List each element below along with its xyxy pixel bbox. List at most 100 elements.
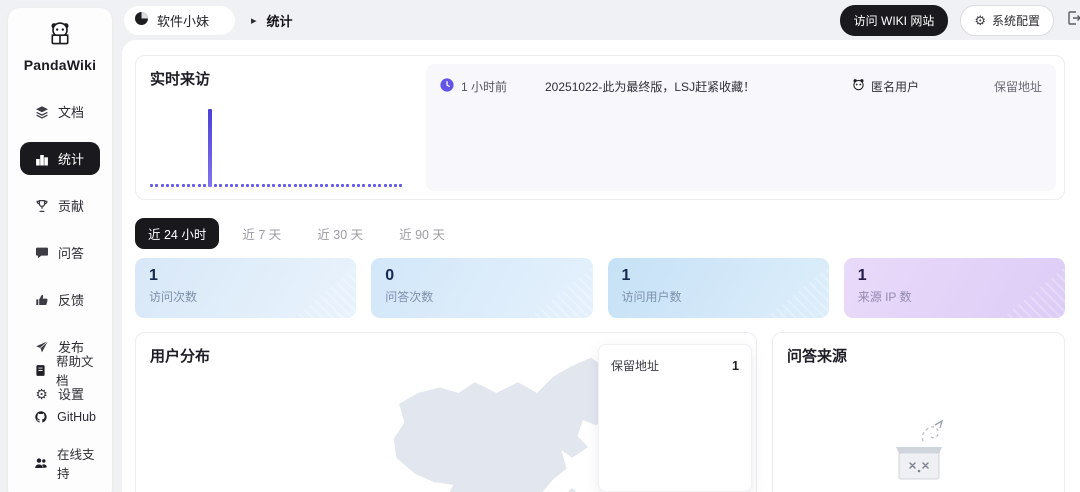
stat-label: 访问次数: [149, 290, 198, 305]
chart-zero-dot: [155, 184, 159, 187]
visit-user-label: 匿名用户: [871, 79, 920, 94]
logout-icon[interactable]: [1066, 10, 1080, 31]
chart-zero-dot: [399, 184, 403, 187]
tab-last-90d[interactable]: 近 90 天: [386, 218, 458, 249]
chart-zero-dot: [192, 184, 196, 187]
kb-icon: [134, 11, 149, 29]
sidebar-item-qa[interactable]: 问答: [20, 236, 100, 269]
chart-zero-dot: [277, 184, 281, 187]
chart-zero-dot: [367, 184, 371, 187]
chart-zero-dot: [256, 184, 260, 187]
chart-zero-dot: [351, 184, 355, 187]
chart-zero-dot: [181, 184, 185, 187]
chart-zero-dot: [288, 184, 292, 187]
app-logo[interactable]: PandaWiki: [8, 20, 112, 73]
breadcrumb-root[interactable]: 软件小妹: [124, 5, 236, 35]
chart-zero-dot: [325, 184, 329, 187]
support-users-icon: [34, 456, 48, 471]
qa-chat-icon: [34, 245, 49, 260]
chart-zero-dot: [362, 184, 366, 187]
tab-last-30d[interactable]: 近 30 天: [304, 218, 376, 249]
breadcrumb-chevron-icon: ▸: [251, 14, 257, 27]
sidebar-item-label: 贡献: [58, 199, 85, 214]
tab-last-7d[interactable]: 近 7 天: [229, 218, 294, 249]
stat-value: 1: [857, 267, 867, 284]
qa-empty-state: 暂无数据: [879, 419, 959, 492]
stat-label: 来源 IP 数: [857, 290, 912, 305]
sidebar-item-feedback[interactable]: 反馈: [20, 283, 100, 316]
breadcrumb-root-label: 软件小妹: [157, 13, 210, 29]
realtime-visits-list: 1 小时前 20251022-此为最终版，LSJ赶紧收藏！ 匿名用户 保留地址: [426, 64, 1056, 191]
distribution-region-value: 1: [732, 358, 739, 373]
chart-zero-dot: [341, 184, 345, 187]
anonymous-user-panda-icon: [852, 78, 865, 94]
realtime-visits-chart: [150, 91, 406, 187]
distribution-list-panel: 保留地址 1: [598, 344, 752, 492]
chart-zero-dot: [383, 184, 387, 187]
chart-zero-dot: [171, 184, 175, 187]
tab-last-24h[interactable]: 近 24 小时: [135, 218, 220, 249]
sidebar-item-label: 问答: [58, 246, 85, 261]
sidebar-item-label: 反馈: [58, 293, 85, 308]
sidebar-item-label: GitHub: [57, 409, 96, 424]
stat-card-visit-users: 1 访问用户数: [607, 258, 829, 318]
sidebar-item-contribution[interactable]: 贡献: [20, 189, 100, 222]
chart-zero-dot: [219, 184, 223, 187]
sidebar-item-github[interactable]: GitHub: [20, 401, 100, 432]
realtime-visits-card: 实时来访 1 小时前 20251022-此为最终版，LSJ赶紧收藏！ 匿名用户 …: [135, 55, 1065, 200]
stat-value: 1: [149, 267, 158, 284]
pandawiki-admin-dashboard: { "app": { "name": "PandaWiki" }, "topba…: [0, 0, 1080, 492]
chart-zero-dot: [293, 184, 297, 187]
sidebar-item-label: 文档: [58, 105, 85, 120]
stat-value: 0: [385, 267, 395, 284]
sidebar-item-docs[interactable]: 文档: [20, 95, 100, 128]
chart-zero-dot: [272, 184, 276, 187]
system-config-button[interactable]: ⚙ 系统配置: [960, 4, 1054, 36]
chart-zero-dot: [304, 184, 308, 187]
chart-zero-dot: [229, 184, 233, 187]
chart-zero-dot: [261, 184, 265, 187]
stat-card-qa-count: 0 问答次数: [371, 258, 593, 318]
visit-user: 匿名用户: [852, 78, 970, 95]
clock-icon: [440, 77, 454, 95]
sidebar-item-stats[interactable]: 统计: [20, 142, 100, 175]
docs-layers-icon: [34, 104, 49, 119]
realtime-visits-title: 实时来访: [150, 71, 211, 88]
distribution-list-row[interactable]: 保留地址 1: [611, 357, 739, 374]
chart-zero-dot: [235, 184, 239, 187]
sidebar-item-label: 帮助文档: [56, 355, 94, 388]
chart-zero-dot: [282, 184, 286, 187]
time-range-tabs: 近 24 小时 近 7 天 近 30 天 近 90 天: [135, 218, 458, 249]
chart-zero-dot: [309, 184, 313, 187]
qa-source-title: 问答来源: [787, 348, 848, 365]
user-distribution-title: 用户分布: [150, 348, 211, 365]
chart-zero-dot: [176, 184, 180, 187]
chart-zero-dot: [346, 184, 350, 187]
chart-zero-dot: [187, 184, 191, 187]
chart-visit-bar: [208, 109, 212, 187]
chart-zero-dot: [202, 184, 206, 187]
chart-zero-dot: [240, 184, 244, 187]
visit-time: 1 小时前: [461, 79, 508, 94]
chart-zero-dot: [372, 184, 376, 187]
sidebar-item-online-support[interactable]: 在线支持: [20, 436, 100, 490]
stat-label: 问答次数: [385, 290, 434, 305]
chart-zero-dot: [245, 184, 249, 187]
topbar-actions: 访问 WIKI 网站 ⚙ 系统配置: [839, 4, 1080, 36]
main-content: 实时来访 1 小时前 20251022-此为最终版，LSJ赶紧收藏！ 匿名用户 …: [122, 40, 1080, 492]
visit-row[interactable]: 1 小时前 20251022-此为最终版，LSJ赶紧收藏！ 匿名用户 保留地址: [440, 72, 1042, 100]
app-name: PandaWiki: [23, 57, 97, 73]
qa-source-card: 问答来源 暂无数据: [772, 332, 1065, 492]
stat-label: 访问用户数: [621, 290, 682, 305]
sidebar-item-help-docs[interactable]: 帮助文档: [20, 343, 100, 397]
chart-zero-dot: [357, 184, 361, 187]
github-icon: [34, 409, 48, 424]
chart-zero-dot: [165, 184, 169, 187]
visit-wiki-button[interactable]: 访问 WIKI 网站: [839, 4, 949, 36]
stat-card-visits: 1 访问次数: [135, 258, 357, 318]
chart-zero-dot: [224, 184, 228, 187]
empty-box-illustration: [879, 419, 959, 485]
gear-icon: ⚙: [974, 12, 986, 28]
sidebar-item-label: 在线支持: [57, 448, 95, 481]
visit-page-title: 20251022-此为最终版，LSJ赶紧收藏！: [545, 79, 756, 94]
